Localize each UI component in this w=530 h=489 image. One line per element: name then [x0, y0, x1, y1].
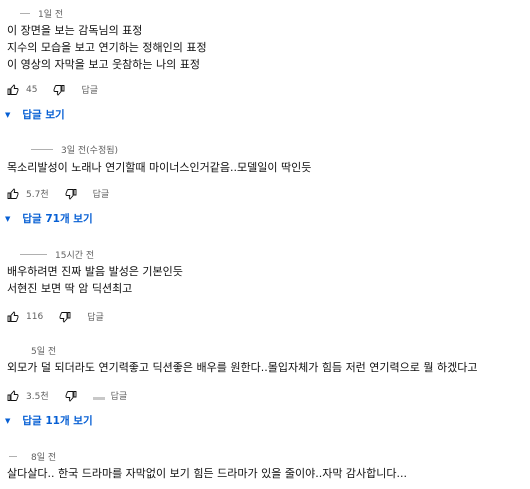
comment-text-line: 이 장면을 보는 감독님의 표정 [7, 24, 143, 37]
like-count: 3.5천 [26, 392, 49, 402]
view-replies-suffix: 보기 [69, 213, 93, 225]
comment-text-line: 외모가 덜 되더라도 연기력좋고 딕션좋은 배우를 원한다..몰입자체가 힘듬 … [7, 361, 478, 374]
thumbs-up-icon [7, 389, 19, 401]
author-name[interactable] [20, 13, 30, 14]
like-count: 116 [26, 311, 44, 322]
view-replies-prefix: 답글 [22, 415, 46, 427]
comment-time[interactable]: 5일 전 [31, 344, 56, 357]
like-button[interactable] [7, 389, 19, 402]
comment-actions: 45 답글 [7, 83, 98, 96]
reply-button[interactable]: 답글 [87, 310, 104, 323]
comment-actions: 3.5천 답글 [7, 389, 127, 402]
reply-count: 11개 [45, 415, 70, 427]
triangle-down-icon: ▼ [5, 110, 11, 119]
view-replies-prefix: 답글 [22, 213, 46, 225]
triangle-down-icon: ▼ [5, 214, 11, 223]
comment-actions: 116 답글 [7, 310, 104, 323]
comment-text-line: 지수의 모습을 보고 연기하는 정해인의 표정 [7, 41, 207, 54]
like-button[interactable] [7, 187, 19, 200]
triangle-down-icon: ▼ [5, 416, 11, 425]
reply-button[interactable]: 답글 [93, 187, 110, 200]
comment-time[interactable]: 1일 전 [38, 7, 63, 20]
reply-button[interactable]: 답글 [111, 389, 128, 402]
dislike-button[interactable] [59, 311, 71, 323]
view-replies-button[interactable]: ▼ 답글 11개 보기 [5, 413, 93, 428]
comment-time[interactable]: 15시간 전 [55, 248, 94, 261]
reply-count: 71개 [45, 213, 70, 225]
like-button[interactable] [7, 310, 19, 323]
like-count: 5.7천 [26, 190, 49, 200]
comment-text-line: 이 영상의 자막을 보고 웃참하는 나의 표정 [7, 58, 201, 71]
thumbs-up-icon [7, 83, 19, 95]
comment-actions: 5.7천 답글 [7, 187, 109, 200]
view-replies-button[interactable]: ▼ 답글 보기 [5, 107, 65, 122]
view-replies-label: 답글 보기 [22, 109, 65, 121]
view-replies-suffix: 보기 [69, 415, 93, 427]
thumbs-down-icon [65, 390, 77, 402]
author-name[interactable] [31, 149, 53, 150]
view-replies-button[interactable]: ▼ 답글 71개 보기 [5, 211, 93, 226]
reply-button[interactable]: 답글 [81, 83, 98, 96]
thumbs-down-icon [59, 311, 71, 323]
comment-time[interactable]: 3일 전(수정됨) [61, 143, 118, 156]
like-button[interactable] [7, 83, 19, 96]
author-avatar [92, 397, 105, 400]
dislike-button[interactable] [65, 188, 77, 200]
comment-text-line: 서현진 보면 딱 암 딕션최고 [7, 282, 133, 295]
dislike-button[interactable] [53, 84, 65, 96]
like-count: 45 [26, 84, 38, 95]
author-name[interactable] [9, 456, 17, 457]
comment-time[interactable]: 8일 전 [31, 450, 56, 463]
thumbs-down-icon [65, 188, 77, 200]
dislike-button[interactable] [65, 390, 77, 402]
comment-text-line: 목소리발성이 노래나 연기할때 마이너스인거같음..모델일이 딱인듯 [7, 161, 312, 174]
comment-text-line: 살다살다.. 한국 드라마를 자막없이 보기 힘든 드라마가 있을 줄이야..자… [7, 467, 408, 480]
author-name[interactable] [20, 254, 47, 255]
thumbs-up-icon [7, 187, 19, 199]
thumbs-up-icon [7, 310, 19, 322]
thumbs-down-icon [54, 84, 65, 96]
comment-text-line: 배우하려면 진짜 발음 발성은 기본인듯 [7, 265, 183, 278]
